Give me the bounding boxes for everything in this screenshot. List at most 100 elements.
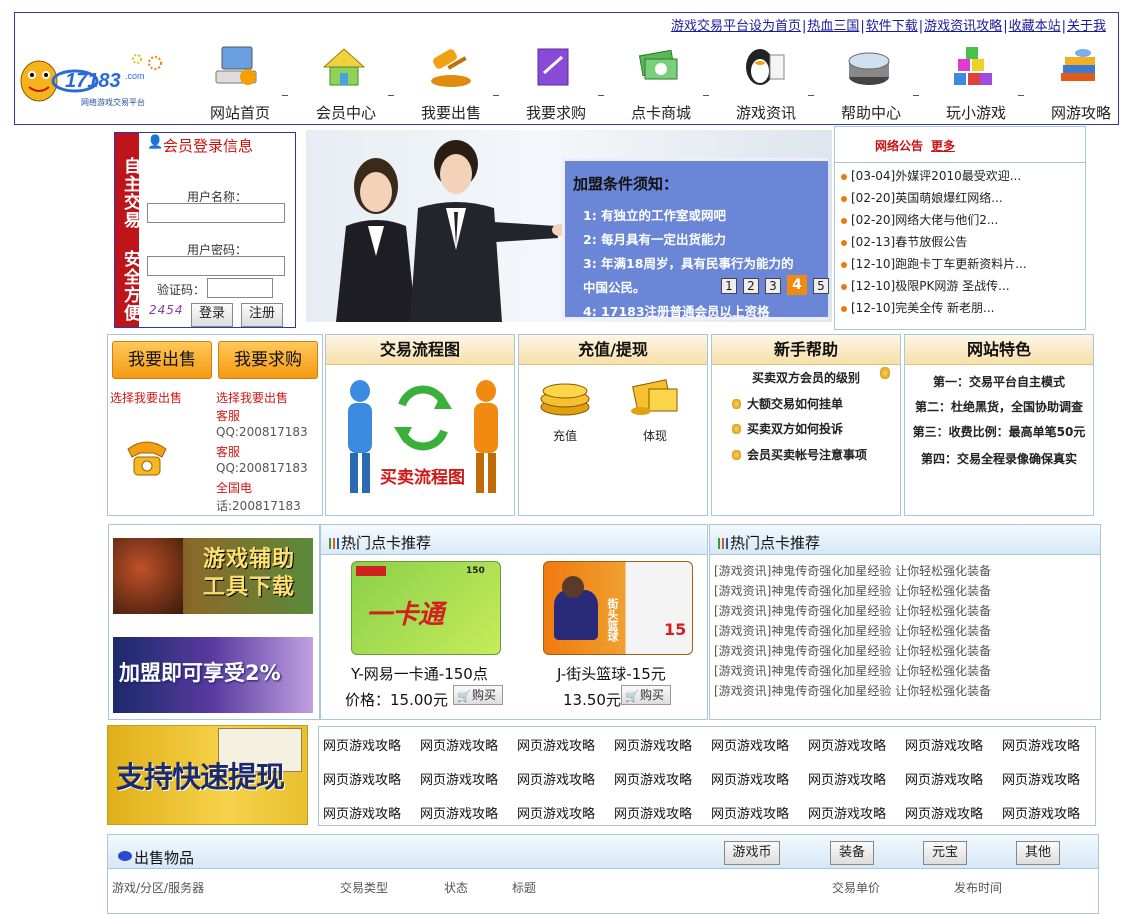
news-item[interactable]: [游戏资讯]神鬼传奇强化加星经验 让你轻松强化装备 (714, 582, 991, 599)
notice-item[interactable]: [03-04]外媒评2010最受欢迎... (841, 167, 1021, 184)
recharge-label[interactable]: 充值 (553, 427, 577, 444)
site-logo[interactable]: 17183 .com 网络游戏交易平台 (17, 51, 177, 107)
banner-page-2[interactable]: 2 (743, 278, 759, 294)
guide-link[interactable]: 网页游戏攻略 (808, 803, 886, 822)
guide-link[interactable]: 网页游戏攻略 (808, 769, 886, 788)
guide-link[interactable]: 网页游戏攻略 (1002, 735, 1080, 754)
withdraw-label[interactable]: 体现 (643, 427, 667, 444)
features-panel: 网站特色 第一：交易平台自主模式 第二：杜绝黑货，全国协助调查 第三：收费比例：… (904, 334, 1094, 516)
top-link-software[interactable]: 软件下载 (866, 19, 918, 34)
help-item[interactable]: 买卖双方如何投诉 (732, 420, 843, 437)
guide-link[interactable]: 网页游戏攻略 (614, 803, 692, 822)
guide-link[interactable]: 网页游戏攻略 (614, 769, 692, 788)
top-link-about[interactable]: 关于我 (1067, 19, 1106, 34)
login-button[interactable]: 登录 (191, 303, 233, 327)
register-button[interactable]: 注册 (241, 303, 283, 327)
notice-more-link[interactable]: 更多 (931, 137, 955, 154)
guide-link[interactable]: 网页游戏攻略 (323, 803, 401, 822)
banner-page-4-active[interactable]: 4 (787, 275, 807, 295)
tab-game-currency[interactable]: 游戏币 (724, 841, 780, 865)
fast-withdraw-ad[interactable]: 支持快速提现 (107, 725, 308, 825)
feature-item: 第四：交易全程录像确保真实 (920, 452, 1077, 466)
guide-link[interactable]: 网页游戏攻略 (517, 803, 595, 822)
nav-help[interactable]: 帮助中心 (821, 39, 921, 125)
notice-item[interactable]: [12-10]完美全传 新老朋... (841, 299, 995, 316)
trade-panel: 我要出售 我要求购 选择我要出售 选择我要出售 客服 QQ:200817183 … (107, 334, 323, 516)
guide-link[interactable]: 网页游戏攻略 (711, 803, 789, 822)
guide-link[interactable]: 网页游戏攻略 (711, 735, 789, 754)
nav-buy[interactable]: 我要求购 (506, 39, 606, 125)
password-input[interactable] (147, 256, 285, 276)
netease-card-image[interactable]: 150 一卡通 (351, 561, 501, 655)
top-link-news[interactable]: 游戏资讯攻略 (924, 19, 1002, 34)
banner-page-5[interactable]: 5 (813, 278, 829, 294)
help-item[interactable]: 大额交易如何挂单 (732, 395, 843, 412)
guide-link[interactable]: 网页游戏攻略 (420, 769, 498, 788)
nav-game-news[interactable]: 游戏资讯 (716, 39, 816, 125)
join-banner[interactable]: 加盟条件须知： 1: 有独立的工作室或网吧 2: 每月具有一定出货能力 3: 年… (306, 130, 832, 322)
guide-link[interactable]: 网页游戏攻略 (614, 735, 692, 754)
sell-link[interactable]: 选择我要出售 (110, 389, 182, 406)
notice-item[interactable]: [12-10]跑跑卡丁车更新资料片... (841, 255, 1027, 272)
nav-sell[interactable]: 我要出售 (401, 39, 501, 125)
join-discount-ad[interactable]: 加盟即可享受2% (113, 637, 313, 713)
notice-item[interactable]: [12-10]极限PK网游 圣战传... (841, 277, 1010, 294)
nav-home[interactable]: 网站首页 (190, 39, 290, 125)
guide-link[interactable]: 网页游戏攻略 (517, 735, 595, 754)
condition-3-cont: 中国公民。 (583, 280, 646, 295)
guide-link[interactable]: 网页游戏攻略 (420, 803, 498, 822)
buy-link[interactable]: 选择我要出售 (216, 389, 288, 406)
tab-ingots[interactable]: 元宝 (923, 841, 967, 865)
tab-equipment[interactable]: 装备 (830, 841, 874, 865)
card-name[interactable]: J-街头篮球-15元 (557, 663, 666, 684)
captcha-image[interactable]: 2454 (149, 303, 184, 317)
top-link-favorite[interactable]: 收藏本站 (1009, 19, 1061, 34)
captcha-input[interactable] (207, 278, 273, 298)
news-item[interactable]: [游戏资讯]神鬼传奇强化加星经验 让你轻松强化装备 (714, 562, 991, 579)
buy-card-button[interactable]: 🛒 购买 (453, 685, 503, 705)
news-item[interactable]: [游戏资讯]神鬼传奇强化加星经验 让你轻松强化装备 (714, 662, 991, 679)
notice-item[interactable]: [02-20]网络大佬与他们2... (841, 211, 998, 228)
guide-link[interactable]: 网页游戏攻略 (323, 735, 401, 754)
guide-link[interactable]: 网页游戏攻略 (905, 803, 983, 822)
top-link-set-homepage[interactable]: 游戏交易平台设为首页 (671, 19, 801, 34)
guide-link[interactable]: 网页游戏攻略 (420, 735, 498, 754)
help-item[interactable]: 会员买卖帐号注意事项 (732, 446, 867, 463)
coins-icon[interactable] (537, 377, 593, 417)
nav-card-shop[interactable]: 点卡商城 (611, 39, 711, 125)
guide-link[interactable]: 网页游戏攻略 (905, 735, 983, 754)
nav-mini-games-label: 玩小游戏 (945, 104, 1006, 122)
notice-item[interactable]: [02-13]春节放假公告 (841, 233, 967, 250)
username-input[interactable] (147, 203, 285, 223)
buy-card-button[interactable]: 🛒 购买 (621, 685, 671, 705)
guide-link[interactable]: 网页游戏攻略 (905, 769, 983, 788)
tab-other[interactable]: 其他 (1016, 841, 1060, 865)
notice-item[interactable]: [02-20]英国萌娘爆红网络... (841, 189, 1003, 206)
contact-label: 客服 (216, 409, 241, 423)
sell-button[interactable]: 我要出售 (112, 341, 212, 379)
news-item[interactable]: [游戏资讯]神鬼传奇强化加星经验 让你轻松强化装备 (714, 622, 991, 639)
news-item[interactable]: [游戏资讯]神鬼传奇强化加星经验 让你轻松强化装备 (714, 682, 991, 699)
street-basketball-card-image[interactable]: 街头篮球 15 (543, 561, 693, 655)
nav-game-guides[interactable]: 网游攻略 (1031, 39, 1128, 125)
buy-button[interactable]: 我要求购 (218, 341, 318, 379)
guide-link[interactable]: 网页游戏攻略 (711, 769, 789, 788)
guide-link[interactable]: 网页游戏攻略 (517, 769, 595, 788)
guide-link[interactable]: 网页游戏攻略 (1002, 803, 1080, 822)
help-item[interactable]: 买卖双方会员的级别 (752, 369, 860, 386)
banner-page-1[interactable]: 1 (721, 278, 737, 294)
tool-download-ad[interactable]: 游戏辅助工具下载 (113, 538, 313, 614)
nav-mini-games[interactable]: 玩小游戏 (926, 39, 1026, 125)
news-item[interactable]: [游戏资讯]神鬼传奇强化加星经验 让你轻松强化装备 (714, 642, 991, 659)
guide-link[interactable]: 网页游戏攻略 (1002, 769, 1080, 788)
guide-link[interactable]: 网页游戏攻略 (808, 735, 886, 754)
cash-out-icon[interactable] (627, 375, 683, 419)
guide-link[interactable]: 网页游戏攻略 (323, 769, 401, 788)
news-item[interactable]: [游戏资讯]神鬼传奇强化加星经验 让你轻松强化装备 (714, 602, 991, 619)
card-name[interactable]: Y-网易一卡通-150点 (351, 663, 488, 684)
login-side-slogan: 自主交易 安全方便 (115, 133, 140, 327)
banner-page-3[interactable]: 3 (765, 278, 781, 294)
business-people-image (336, 140, 566, 322)
nav-member[interactable]: 会员中心 (296, 39, 396, 125)
top-link-game[interactable]: 热血三国 (807, 19, 859, 34)
